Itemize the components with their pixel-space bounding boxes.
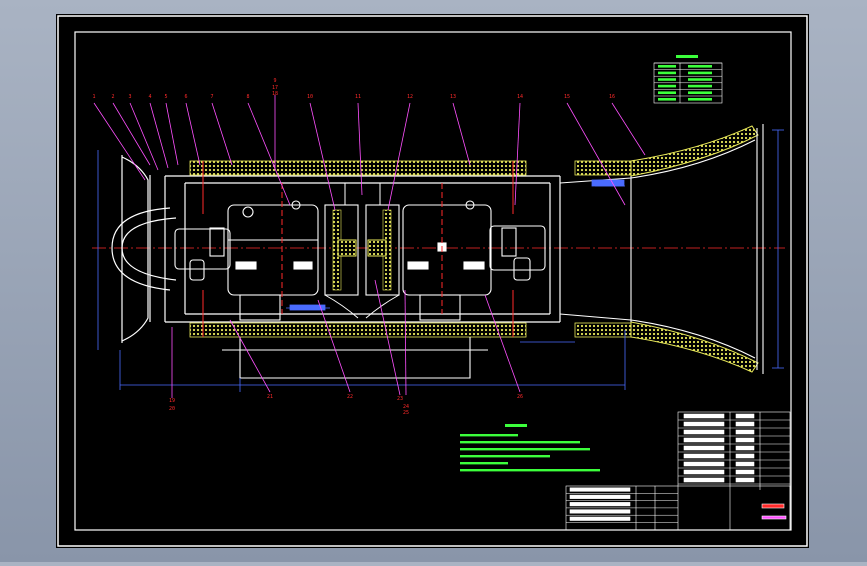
note-line — [460, 469, 600, 472]
callout-tag: 15 — [564, 94, 570, 100]
legend-value-text — [688, 84, 712, 88]
title-cell-text — [683, 413, 725, 419]
note-line — [460, 455, 550, 458]
revision-cell-text — [569, 487, 631, 492]
callout-tag: 9 — [273, 78, 276, 84]
callout-tag: 16 — [609, 94, 615, 100]
legend-value-text — [688, 71, 712, 75]
callout-tag: 5 — [164, 94, 167, 100]
legend-key-text — [658, 91, 676, 94]
legend-key-text — [658, 65, 676, 68]
note-line — [460, 462, 508, 465]
legend-key-text — [658, 78, 676, 81]
callout-tag: 14 — [517, 94, 523, 100]
callout-tag: 3 — [128, 94, 131, 100]
title-cell-text — [683, 477, 725, 483]
callout-tag: 6 — [184, 94, 187, 100]
callout-tag: 13 — [450, 94, 456, 100]
callout-tag: 10 — [307, 94, 313, 100]
callout-tag: 21 — [267, 394, 273, 400]
legend-value-text — [688, 91, 712, 94]
callout-tag: 25 — [403, 410, 409, 416]
callout-tag: 11 — [355, 94, 361, 100]
revision-cell-text — [569, 516, 631, 521]
title-cell-text — [683, 461, 725, 467]
title-cell-text — [683, 421, 725, 427]
title-cell-text — [735, 453, 755, 459]
revision-cell-text — [569, 509, 631, 514]
note-line — [460, 434, 518, 437]
title-cell-text — [735, 429, 755, 435]
callout-tag: 18 — [272, 91, 278, 97]
title-cell-text — [735, 437, 755, 443]
callout-tag: 19 — [169, 398, 175, 404]
pump-assembly-drawing: 1 2 3 4 5 6 7 8910 11 12 13 14 15 161718 192021 22 2324… — [56, 14, 809, 548]
title-cell-text — [683, 453, 725, 459]
note-line — [460, 441, 580, 444]
title-cell-text — [683, 445, 725, 451]
legend-value-text — [688, 78, 712, 81]
title-cell-text — [735, 477, 755, 483]
title-cell-text — [683, 429, 725, 435]
cad-viewport: 1 2 3 4 5 6 7 8 9 10 11 12 13 14 15 16 17 18 19 20 21 22 23 24… — [0, 0, 867, 562]
callout-tag: 12 — [407, 94, 413, 100]
legend-value-text — [688, 98, 712, 101]
callout-tag: 4 — [148, 94, 151, 100]
legend-key-text — [658, 71, 676, 75]
title-cell-text — [735, 469, 755, 475]
title-cell-text — [735, 421, 755, 427]
revision-cell-text — [569, 494, 631, 499]
title-cell-text — [735, 413, 755, 419]
title-cell-text — [683, 437, 725, 443]
title-cell-text — [735, 445, 755, 451]
callout-tag: 1 — [92, 94, 95, 100]
title-cell-text — [683, 469, 725, 475]
callout-tag: 22 — [347, 394, 353, 400]
callout-tag: 8 — [246, 94, 249, 100]
callout-tag: 2 — [111, 94, 114, 100]
legend-value-text — [688, 65, 712, 68]
callout-tag: 23 — [397, 396, 403, 402]
revision-cell-text — [569, 502, 631, 507]
callout-tag: 7 — [210, 94, 213, 100]
legend-key-text — [658, 98, 676, 101]
title-cell-text — [735, 461, 755, 467]
callout-tag: 20 — [169, 406, 175, 412]
callout-tag: 26 — [517, 394, 523, 400]
note-line — [460, 448, 590, 451]
legend-key-text — [658, 84, 676, 88]
